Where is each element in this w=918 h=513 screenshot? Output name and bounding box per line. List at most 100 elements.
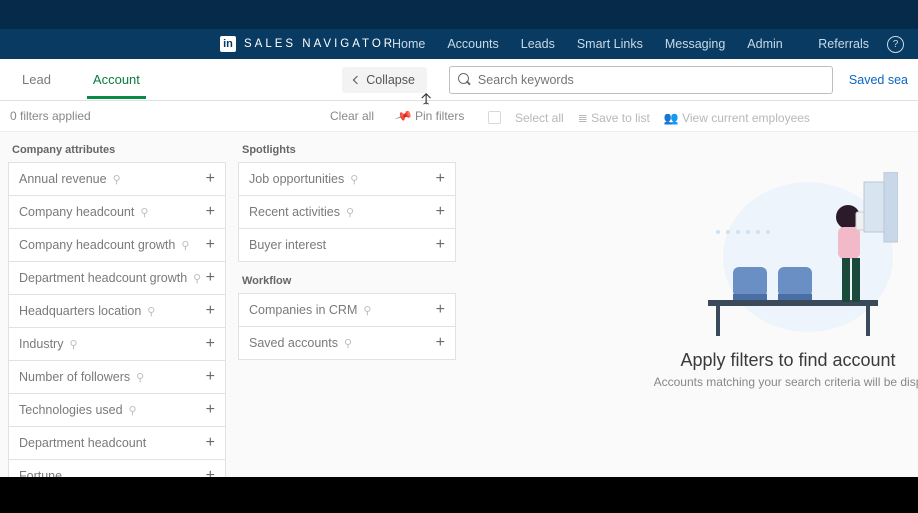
filter-label: Recent activities <box>249 205 340 219</box>
plus-icon: + <box>206 401 215 419</box>
filter-workflow-0[interactable]: Companies in CRM ⚲ + <box>238 293 456 327</box>
pin-filters-label: Pin filters <box>415 109 464 123</box>
empty-title: Apply filters to find account <box>648 350 918 371</box>
nav-home[interactable]: Home <box>392 37 425 51</box>
plus-icon: + <box>436 203 445 221</box>
filter-company-1[interactable]: Company headcount ⚲ + <box>8 195 226 229</box>
window-titlebar <box>0 0 918 29</box>
filter-label: Annual revenue <box>19 172 107 186</box>
plus-icon: + <box>206 170 215 188</box>
search-input[interactable] <box>449 66 833 94</box>
select-all-checkbox[interactable] <box>488 111 501 124</box>
filter-company-8[interactable]: Department headcount + <box>8 426 226 460</box>
plus-icon: + <box>206 434 215 452</box>
brand: in SALES NAVIGATOR <box>220 36 395 52</box>
filter-label: Department headcount growth <box>19 271 187 285</box>
plus-icon: + <box>206 269 215 287</box>
nav-accounts[interactable]: Accounts <box>447 37 498 51</box>
plus-icon: + <box>436 170 445 188</box>
thumbtack-icon: ⚲ <box>113 173 121 186</box>
group-title-spotlights: Spotlights <box>238 140 456 162</box>
plus-icon: + <box>436 334 445 352</box>
thumbtack-icon: ⚲ <box>344 337 352 350</box>
nav-leads[interactable]: Leads <box>521 37 555 51</box>
empty-illustration <box>678 172 898 342</box>
results-area: Apply filters to find account Accounts m… <box>464 132 918 477</box>
filter-workflow-1[interactable]: Saved accounts ⚲ + <box>238 326 456 360</box>
empty-subtitle: Accounts matching your search criteria w… <box>648 375 918 389</box>
filter-label: Headquarters location <box>19 304 141 318</box>
nav-admin[interactable]: Admin <box>747 37 782 51</box>
search-wrapper <box>449 66 833 94</box>
thumbtack-icon: ⚲ <box>363 304 371 317</box>
bottom-blackbar <box>0 477 918 513</box>
main: Company attributes Annual revenue⚲+Compa… <box>0 131 918 477</box>
nav-right: Referrals ? <box>818 36 904 53</box>
thumbtack-icon: ⚲ <box>193 272 201 285</box>
filter-company-2[interactable]: Company headcount growth⚲+ <box>8 228 226 262</box>
nav-referrals[interactable]: Referrals <box>818 37 869 51</box>
filter-label: Job opportunities <box>249 172 344 186</box>
filter-column-right: Spotlights Job opportunities⚲+Recent act… <box>238 140 456 469</box>
navbar: in SALES NAVIGATOR Home Accounts Leads S… <box>0 29 918 59</box>
filter-company-4[interactable]: Headquarters location ⚲ + <box>8 294 226 328</box>
filter-label: Number of followers <box>19 370 130 384</box>
nav-links: Home Accounts Leads Smart Links Messagin… <box>392 37 783 51</box>
nav-smart-links[interactable]: Smart Links <box>577 37 643 51</box>
filter-label: Buyer interest <box>249 238 326 252</box>
filter-label: Technologies used <box>19 403 123 417</box>
saved-searches-link[interactable]: Saved sea <box>849 73 908 87</box>
save-to-list-button[interactable]: ≣ Save to list <box>578 111 650 125</box>
clear-all-button[interactable]: Clear all <box>330 109 374 123</box>
filter-column-company-attributes: Company attributes Annual revenue⚲+Compa… <box>8 140 226 469</box>
filter-label: Company headcount <box>19 205 134 219</box>
filter-label: Companies in CRM <box>249 303 357 317</box>
filter-label: Company headcount growth <box>19 238 175 252</box>
pin-filters-button[interactable]: 📌Pin filters <box>396 109 464 123</box>
filter-spotlight-1[interactable]: Recent activities ⚲ + <box>238 195 456 229</box>
nav-messaging[interactable]: Messaging <box>665 37 725 51</box>
filter-label: Industry <box>19 337 63 351</box>
filter-company-6[interactable]: Number of followers ⚲ + <box>8 360 226 394</box>
filters-panel: Company attributes Annual revenue⚲+Compa… <box>0 132 464 477</box>
plus-icon: + <box>436 301 445 319</box>
pin-icon: 📌 <box>394 106 413 125</box>
save-to-list-label: Save to list <box>591 111 650 125</box>
plus-icon: + <box>206 302 215 320</box>
thumbtack-icon: ⚲ <box>346 206 354 219</box>
linkedin-logo-icon: in <box>220 36 236 52</box>
collapse-button[interactable]: Collapse <box>342 67 427 93</box>
filter-company-7[interactable]: Technologies used ⚲ + <box>8 393 226 427</box>
view-current-employees-button[interactable]: 👥 View current employees <box>664 111 810 125</box>
filters-applied-count: 0 filters applied <box>10 109 91 123</box>
plus-icon: + <box>436 236 445 254</box>
thumbtack-icon: ⚲ <box>147 305 155 318</box>
view-current-employees-label: View current employees <box>682 111 810 125</box>
help-icon[interactable]: ? <box>887 36 904 53</box>
collapse-label: Collapse <box>366 73 415 87</box>
brand-title: SALES NAVIGATOR <box>244 38 395 50</box>
plus-icon: + <box>206 203 215 221</box>
empty-state: Apply filters to find account Accounts m… <box>648 172 918 389</box>
filter-spotlight-2[interactable]: Buyer interest + <box>238 228 456 262</box>
tab-account[interactable]: Account <box>87 61 146 99</box>
search-type-tabs: Lead Account <box>16 61 146 99</box>
tab-lead[interactable]: Lead <box>16 61 57 99</box>
list-icon: ≣ <box>578 111 591 125</box>
plus-icon: + <box>206 368 215 386</box>
thumbtack-icon: ⚲ <box>136 371 144 384</box>
thumbtack-icon: ⚲ <box>129 404 137 417</box>
plus-icon: + <box>206 236 215 254</box>
filter-company-3[interactable]: Department headcount growth ⚲ + <box>8 261 226 295</box>
filter-company-5[interactable]: Industry⚲+ <box>8 327 226 361</box>
filter-label: Department headcount <box>19 436 146 450</box>
subbar: Lead Account Collapse Saved sea <box>0 59 918 101</box>
group-title-workflow: Workflow <box>238 271 456 293</box>
filter-spotlight-0[interactable]: Job opportunities ⚲ + <box>238 162 456 196</box>
people-icon: 👥 <box>664 111 682 125</box>
thumbtack-icon: ⚲ <box>350 173 358 186</box>
thumbtack-icon: ⚲ <box>140 206 148 219</box>
filter-company-0[interactable]: Annual revenue ⚲ + <box>8 162 226 196</box>
filter-label: Saved accounts <box>249 336 338 350</box>
select-all-label: Select all <box>515 111 564 125</box>
